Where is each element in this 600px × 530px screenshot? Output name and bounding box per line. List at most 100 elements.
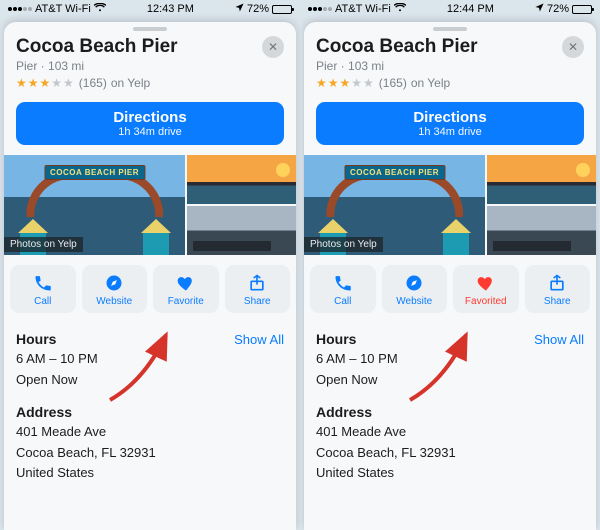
directions-eta: 1h 34m drive xyxy=(316,126,584,138)
location-icon xyxy=(535,3,544,15)
address-line: Cocoa Beach, FL 32931 xyxy=(16,444,284,462)
action-row: Call Website Favorited Share xyxy=(304,265,596,323)
close-icon: ✕ xyxy=(268,40,278,54)
favorite-button[interactable]: Favorite xyxy=(153,265,219,313)
photo-thumb[interactable] xyxy=(487,155,596,204)
address-section: Address 401 Meade Ave Cocoa Beach, FL 32… xyxy=(304,396,596,490)
wifi-icon xyxy=(94,3,106,15)
share-icon xyxy=(247,273,267,293)
action-row: Call Website Favorite Share xyxy=(4,265,296,323)
hours-section: Hours Show All 6 AM – 10 PM Open Now xyxy=(304,323,596,396)
rating[interactable]: ★★★★★ (165) on Yelp xyxy=(16,76,284,90)
share-icon xyxy=(547,273,567,293)
call-button[interactable]: Call xyxy=(10,265,76,313)
arch-sign: COCOA BEACH PIER xyxy=(44,165,145,180)
rating[interactable]: ★★★★★ (165) on Yelp xyxy=(316,76,584,90)
close-icon: ✕ xyxy=(568,40,578,54)
share-button[interactable]: Share xyxy=(225,265,291,313)
show-all-button[interactable]: Show All xyxy=(234,332,284,347)
directions-label: Directions xyxy=(316,109,584,126)
signal-icon xyxy=(308,7,332,11)
arch-sign: COCOA BEACH PIER xyxy=(344,165,445,180)
hours-status: Open Now xyxy=(316,371,584,389)
place-card: Cocoa Beach Pier Pier · 103 mi ★★★★★ (16… xyxy=(304,22,596,530)
compass-icon xyxy=(104,273,124,293)
status-bar: AT&T Wi-Fi 12:44 PM 72% xyxy=(300,0,600,18)
rating-count: (165) xyxy=(79,76,107,90)
favorite-label: Favorited xyxy=(465,296,507,307)
hours-heading: Hours xyxy=(316,331,356,347)
address-heading: Address xyxy=(316,404,372,420)
rating-count: (165) xyxy=(379,76,407,90)
phone-left: AT&T Wi-Fi 12:43 PM 72% Cocoa Beach Pier… xyxy=(0,0,300,530)
photos-label: Photos on Yelp xyxy=(304,237,383,252)
favorite-label: Favorite xyxy=(168,296,204,307)
favorite-button[interactable]: Favorited xyxy=(453,265,519,313)
carrier-label: AT&T Wi-Fi xyxy=(335,3,391,15)
rating-source: on Yelp xyxy=(111,76,150,90)
close-button[interactable]: ✕ xyxy=(562,36,584,58)
clock: 12:44 PM xyxy=(447,3,494,15)
phone-icon xyxy=(33,273,53,293)
directions-label: Directions xyxy=(16,109,284,126)
call-label: Call xyxy=(34,296,51,307)
photo-thumb[interactable] xyxy=(187,155,296,204)
photo-strip[interactable]: COCOA BEACH PIER Photos on Yelp xyxy=(304,155,596,255)
share-button[interactable]: Share xyxy=(525,265,591,313)
hours-heading: Hours xyxy=(16,331,56,347)
address-line: 401 Meade Ave xyxy=(316,423,584,441)
address-line: United States xyxy=(16,464,284,482)
call-label: Call xyxy=(334,296,351,307)
photo-thumb[interactable] xyxy=(187,206,296,255)
photo-main[interactable]: COCOA BEACH PIER Photos on Yelp xyxy=(4,155,185,255)
website-label: Website xyxy=(96,296,132,307)
compass-icon xyxy=(404,273,424,293)
carrier-label: AT&T Wi-Fi xyxy=(35,3,91,15)
photos-label: Photos on Yelp xyxy=(4,237,83,252)
directions-eta: 1h 34m drive xyxy=(16,126,284,138)
battery-icon xyxy=(572,5,592,14)
website-button[interactable]: Website xyxy=(382,265,448,313)
photo-main[interactable]: COCOA BEACH PIER Photos on Yelp xyxy=(304,155,485,255)
place-card: Cocoa Beach Pier Pier · 103 mi ★★★★★ (16… xyxy=(4,22,296,530)
place-subtitle: Pier · 103 mi xyxy=(16,59,284,73)
hours-range: 6 AM – 10 PM xyxy=(16,350,284,368)
close-button[interactable]: ✕ xyxy=(262,36,284,58)
status-bar: AT&T Wi-Fi 12:43 PM 72% xyxy=(0,0,300,18)
signal-icon xyxy=(8,7,32,11)
place-title: Cocoa Beach Pier xyxy=(16,36,284,58)
star-icon: ★★★★★ xyxy=(316,76,375,90)
call-button[interactable]: Call xyxy=(310,265,376,313)
wifi-icon xyxy=(394,3,406,15)
location-icon xyxy=(235,3,244,15)
address-heading: Address xyxy=(16,404,72,420)
heart-icon xyxy=(476,273,496,293)
place-title: Cocoa Beach Pier xyxy=(316,36,584,58)
share-label: Share xyxy=(544,296,571,307)
address-line: 401 Meade Ave xyxy=(16,423,284,441)
photo-strip[interactable]: COCOA BEACH PIER Photos on Yelp xyxy=(4,155,296,255)
share-label: Share xyxy=(244,296,271,307)
website-label: Website xyxy=(396,296,432,307)
show-all-button[interactable]: Show All xyxy=(534,332,584,347)
directions-button[interactable]: Directions 1h 34m drive xyxy=(16,102,284,145)
hours-range: 6 AM – 10 PM xyxy=(316,350,584,368)
battery-pct: 72% xyxy=(247,3,269,15)
heart-icon xyxy=(176,273,196,293)
address-line: Cocoa Beach, FL 32931 xyxy=(316,444,584,462)
directions-button[interactable]: Directions 1h 34m drive xyxy=(316,102,584,145)
star-icon: ★★★★★ xyxy=(16,76,75,90)
battery-pct: 72% xyxy=(547,3,569,15)
photo-thumb[interactable] xyxy=(487,206,596,255)
address-line: United States xyxy=(316,464,584,482)
clock: 12:43 PM xyxy=(147,3,194,15)
phone-right: AT&T Wi-Fi 12:44 PM 72% Cocoa Beach Pier… xyxy=(300,0,600,530)
battery-icon xyxy=(272,5,292,14)
phone-icon xyxy=(333,273,353,293)
website-button[interactable]: Website xyxy=(82,265,148,313)
address-section: Address 401 Meade Ave Cocoa Beach, FL 32… xyxy=(4,396,296,490)
place-subtitle: Pier · 103 mi xyxy=(316,59,584,73)
hours-status: Open Now xyxy=(16,371,284,389)
rating-source: on Yelp xyxy=(411,76,450,90)
hours-section: Hours Show All 6 AM – 10 PM Open Now xyxy=(4,323,296,396)
